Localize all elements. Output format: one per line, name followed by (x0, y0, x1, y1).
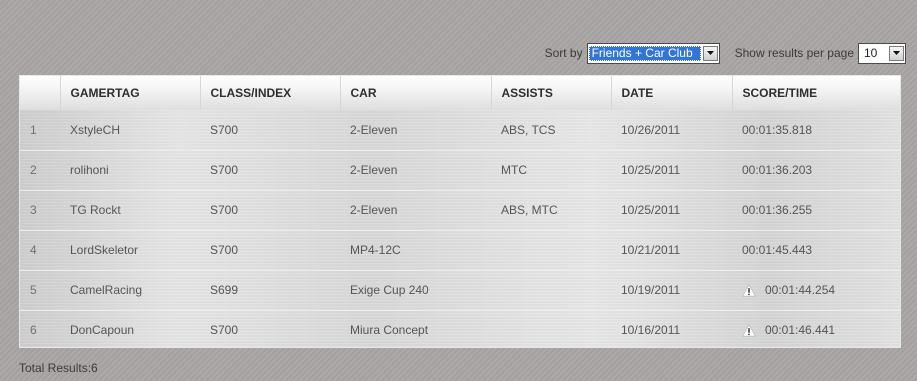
rank-cell: 4 (30, 243, 37, 257)
table-row[interactable]: 6 DonCapoun S700 Miura Concept 10/16/2011 00:… (20, 310, 900, 347)
gamertag-cell: DonCapoun (70, 323, 135, 338)
gamertag-cell: CamelRacing (70, 283, 143, 297)
warning-icon (742, 284, 756, 297)
sort-by-select[interactable]: Friends + Car Club (586, 42, 720, 64)
class-index-cell: S700 (210, 243, 239, 257)
per-page-value: 10 (864, 45, 878, 60)
header-class-index[interactable]: CLASS/INDEX (199, 76, 340, 110)
per-page-label: Show results per page (734, 46, 854, 60)
car-cell: 2-Eleven (350, 163, 398, 177)
header-score-time[interactable]: SCORE/TIME (731, 76, 900, 110)
chevron-down-icon[interactable] (702, 45, 718, 61)
table-row[interactable]: 1 XstyleCH S700 2-Eleven ABS, TCS 10/26/2011 0… (20, 110, 900, 150)
rank-cell: 6 (30, 323, 37, 338)
leaderboard-table: GAMERTAG CLASS/INDEX CAR ASSISTS DATE SC… (19, 75, 901, 348)
score-time-value: 00:01:46.441 (765, 323, 836, 338)
assists-cell: ABS, MTC (501, 203, 558, 217)
date-cell: 10/21/2011 (621, 243, 681, 257)
rank-cell: 3 (30, 203, 37, 217)
class-index-cell: S700 (210, 323, 239, 338)
warning-icon (742, 324, 756, 338)
rank-cell: 2 (30, 163, 37, 177)
score-time-cell: 00:01:46.441 (732, 310, 900, 347)
gamertag-cell: TG Rockt (70, 203, 121, 217)
score-time-cell: 00:01:45.443 (742, 243, 813, 257)
assists-cell (491, 230, 611, 270)
header-rank (20, 76, 60, 110)
class-index-cell: S699 (210, 283, 239, 297)
date-cell: 10/25/2011 (621, 163, 681, 177)
date-cell: 10/16/2011 (621, 323, 681, 338)
score-time-cell: 00:01:44.254 (732, 270, 900, 310)
class-index-cell: S700 (210, 203, 239, 217)
car-cell: 2-Eleven (350, 203, 398, 217)
assists-cell: MTC (501, 163, 527, 177)
date-cell: 10/25/2011 (621, 203, 681, 217)
total-results: Total Results:6 (19, 361, 98, 375)
header-assists[interactable]: ASSISTS (490, 76, 611, 110)
results-controls: Sort by Friends + Car Club Show results … (545, 41, 906, 65)
sort-by-value: Friends + Car Club (588, 45, 701, 61)
table-row[interactable]: 5 CamelRacing S699 Exige Cup 240 10/19/2011 0… (20, 270, 900, 310)
header-car[interactable]: CAR (339, 76, 491, 110)
per-page-select[interactable]: 10 (858, 42, 906, 64)
header-gamertag[interactable]: GAMERTAG (59, 76, 200, 110)
class-index-cell: S700 (210, 163, 239, 177)
table-row[interactable]: 3 TG Rockt S700 2-Eleven ABS, MTC 10/25/2011 0… (20, 190, 900, 230)
table-header: GAMERTAG CLASS/INDEX CAR ASSISTS DATE SC… (20, 76, 900, 110)
assists-cell (491, 270, 611, 310)
score-time-cell: 00:01:36.255 (742, 203, 813, 217)
header-date[interactable]: DATE (610, 76, 732, 110)
class-index-cell: S700 (210, 122, 239, 137)
rank-cell: 5 (30, 283, 37, 297)
date-cell: 10/26/2011 (621, 122, 681, 137)
date-cell: 10/19/2011 (621, 283, 681, 297)
car-cell: MP4-12C (350, 243, 401, 257)
gamertag-cell: LordSkeletor (70, 243, 139, 257)
score-time-value: 00:01:44.254 (765, 282, 836, 297)
assists-cell: ABS, TCS (501, 122, 556, 137)
assists-cell (491, 310, 611, 347)
table-row[interactable]: 2 rolihoni S700 2-Eleven MTC 10/25/2011 00:01:… (20, 150, 900, 190)
table-row[interactable]: 4 LordSkeletor S700 MP4-12C 10/21/2011 00:01:… (20, 230, 900, 270)
score-time-cell: 00:01:36.203 (742, 163, 813, 177)
car-cell: Exige Cup 240 (350, 283, 429, 297)
rank-cell: 1 (30, 122, 37, 137)
gamertag-cell: XstyleCH (70, 122, 121, 137)
sort-by-label: Sort by (544, 46, 583, 60)
car-cell: 2-Eleven (350, 122, 398, 137)
score-time-cell: 00:01:35.818 (742, 122, 813, 137)
car-cell: Miura Concept (350, 323, 429, 338)
chevron-down-icon[interactable] (889, 45, 904, 61)
gamertag-cell: rolihoni (70, 163, 109, 177)
